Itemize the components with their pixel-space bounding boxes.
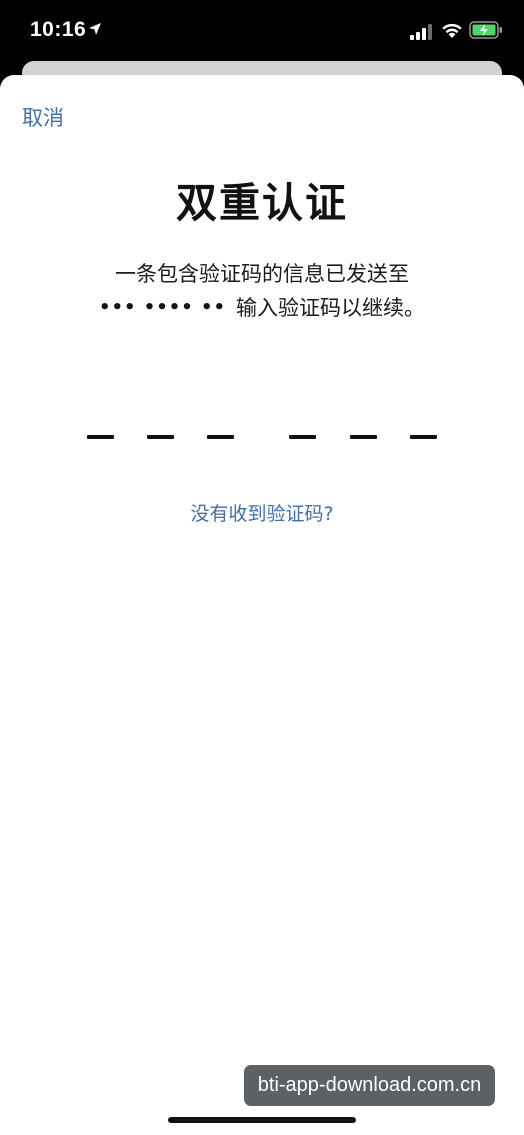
watermark: bti-app-download.com.cn xyxy=(244,1065,495,1106)
verification-message: 一条包含验证码的信息已发送至 ••• •••• •• 输入验证码以继续。 xyxy=(0,257,524,325)
code-digit-slot-2[interactable] xyxy=(147,435,174,439)
message-line-1: 一条包含验证码的信息已发送至 xyxy=(115,262,409,286)
battery-charging-icon xyxy=(469,21,502,39)
code-digit-slot-4[interactable] xyxy=(289,435,316,439)
status-time: 10:16 xyxy=(30,18,87,41)
code-digit-slot-3[interactable] xyxy=(207,435,234,439)
page-title: 双重认证 xyxy=(176,179,348,227)
code-digit-slot-5[interactable] xyxy=(350,435,377,439)
message-line-2-suffix: 输入验证码以继续。 xyxy=(236,296,426,320)
resend-code-link[interactable]: 没有收到验证码? xyxy=(0,499,524,526)
screen: 10:16 取消 双重认证 一条包含验证码的信息已发送至 ••• •••• ••… xyxy=(0,0,524,1135)
status-bar: 10:16 xyxy=(0,0,524,62)
two-factor-sheet: 取消 双重认证 一条包含验证码的信息已发送至 ••• •••• •• 输入验证码… xyxy=(0,75,524,1135)
home-indicator[interactable] xyxy=(168,1117,356,1123)
masked-phone-number: ••• •••• •• xyxy=(98,297,227,318)
cancel-button[interactable]: 取消 xyxy=(22,102,64,132)
wifi-icon xyxy=(442,23,462,38)
verification-code-input[interactable] xyxy=(0,435,524,449)
cellular-signal-icon xyxy=(410,24,432,40)
location-arrow-icon xyxy=(89,23,101,35)
code-digit-slot-1[interactable] xyxy=(87,435,114,439)
code-digit-slot-6[interactable] xyxy=(410,435,437,439)
message-line-2: ••• •••• •• 输入验证码以继续。 xyxy=(0,291,524,325)
